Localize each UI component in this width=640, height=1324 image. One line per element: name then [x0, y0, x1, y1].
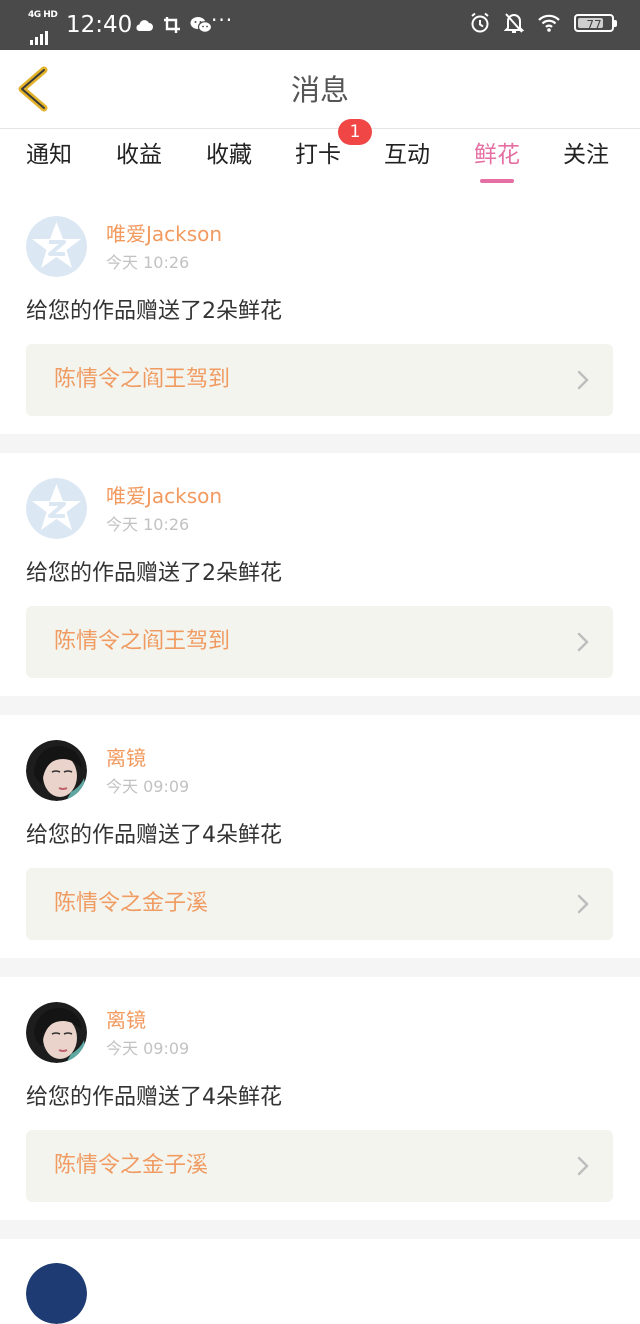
page-title: 消息 [290, 73, 349, 107]
tab-label: 打卡 [295, 142, 341, 168]
tab-label: 收藏 [206, 142, 252, 168]
tab-following[interactable]: 关注 [563, 139, 609, 171]
tab-label: 收益 [116, 142, 162, 168]
app-header: 消息 [0, 50, 640, 129]
clock: 12:40 [66, 12, 133, 38]
chevron-right-icon [577, 632, 589, 652]
work-link[interactable]: 陈情令之金子溪 [26, 1130, 613, 1202]
tab-checkin[interactable]: 打卡 [295, 139, 341, 171]
tab-label: 关注 [563, 142, 609, 168]
alarm-icon [471, 12, 489, 33]
work-link[interactable]: 陈情令之阎王驾到 [26, 344, 613, 416]
tab-favorites[interactable]: 收藏 [206, 139, 252, 171]
avatar[interactable] [26, 216, 87, 277]
list-item [0, 1239, 640, 1324]
work-link[interactable]: 陈情令之金子溪 [26, 868, 613, 940]
username[interactable]: 唯爱Jackson [106, 482, 222, 510]
tab-label: 互动 [384, 142, 430, 168]
tab-flowers[interactable]: 鲜花 [474, 139, 520, 183]
screenshot-icon [164, 16, 181, 33]
avatar[interactable] [26, 740, 87, 801]
avatar[interactable] [26, 1263, 87, 1324]
tab-earnings[interactable]: 收益 [116, 139, 162, 171]
divider [0, 1220, 640, 1239]
checkin-badge: 1 [338, 119, 372, 145]
timestamp: 今天 10:26 [106, 253, 190, 272]
chevron-right-icon [577, 370, 589, 390]
wechat-icon [190, 16, 213, 33]
list-item: 唯爱Jackson 今天 10:26 给您的作品赠送了2朵鲜花 陈情令之阎王驾到 [0, 191, 640, 434]
chevron-right-icon [577, 894, 589, 914]
tab-interactions[interactable]: 互动 [384, 139, 430, 171]
signal-icon [30, 26, 50, 45]
wifi-icon [538, 14, 560, 32]
portrait-avatar-icon [26, 1002, 87, 1063]
username[interactable]: 离镜 [106, 1006, 146, 1034]
portrait-avatar-icon [26, 740, 87, 801]
cloud-icon [136, 19, 153, 31]
message-text: 给您的作品赠送了2朵鲜花 [26, 561, 282, 586]
username[interactable]: 唯爱Jackson [106, 220, 222, 248]
work-title: 陈情令之阎王驾到 [54, 367, 231, 392]
battery-level: 77 [586, 18, 602, 32]
tab-label: 通知 [26, 142, 72, 168]
avatar[interactable] [26, 1002, 87, 1063]
battery-icon: 77 [574, 14, 617, 32]
work-link[interactable]: 陈情令之阎王驾到 [26, 606, 613, 678]
chevron-right-icon [577, 1156, 589, 1176]
default-star-avatar-icon [26, 216, 87, 277]
work-title: 陈情令之金子溪 [54, 891, 209, 916]
list-item: 离镜 今天 09:09 给您的作品赠送了4朵鲜花 陈情令之金子溪 [0, 977, 640, 1220]
timestamp: 今天 09:09 [106, 777, 190, 796]
divider [0, 434, 640, 453]
status-bar: 4G HD 12:40 ··· 77 [0, 0, 640, 50]
list-item: 唯爱Jackson 今天 10:26 给您的作品赠送了2朵鲜花 陈情令之阎王驾到 [0, 453, 640, 696]
bell-muted-icon [503, 13, 524, 33]
message-text: 给您的作品赠送了4朵鲜花 [26, 1085, 282, 1110]
timestamp: 今天 10:26 [106, 515, 190, 534]
username[interactable]: 离镜 [106, 744, 146, 772]
timestamp: 今天 09:09 [106, 1039, 190, 1058]
active-tab-indicator [480, 179, 514, 183]
avatar[interactable] [26, 478, 87, 539]
list-item: 离镜 今天 09:09 给您的作品赠送了4朵鲜花 陈情令之金子溪 [0, 715, 640, 958]
work-title: 陈情令之阎王驾到 [54, 629, 231, 654]
divider [0, 696, 640, 715]
more-notifications-icon: ··· [211, 8, 234, 32]
divider [0, 958, 640, 977]
default-star-avatar-icon [26, 478, 87, 539]
flower-feed: 唯爱Jackson 今天 10:26 给您的作品赠送了2朵鲜花 陈情令之阎王驾到… [0, 191, 640, 1324]
message-text: 给您的作品赠送了2朵鲜花 [26, 299, 282, 324]
work-title: 陈情令之金子溪 [54, 1153, 209, 1178]
network-label: 4G HD [28, 10, 58, 20]
tab-label: 鲜花 [474, 142, 520, 168]
tab-notifications[interactable]: 通知 [26, 139, 72, 171]
tab-bar: 通知 收益 收藏 打卡 互动 鲜花 关注 [0, 129, 640, 187]
message-text: 给您的作品赠送了4朵鲜花 [26, 823, 282, 848]
network-indicator: 4G HD [28, 10, 58, 45]
partial-avatar-icon [26, 1263, 87, 1324]
